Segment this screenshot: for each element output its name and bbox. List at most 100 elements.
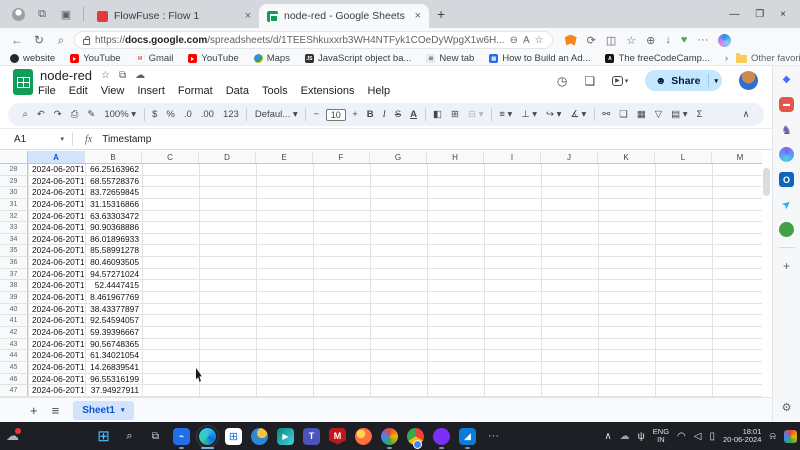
row-number[interactable]: 32 bbox=[0, 211, 28, 222]
firefox-icon[interactable] bbox=[355, 428, 372, 445]
column-header[interactable]: A bbox=[28, 151, 85, 163]
downloads-icon[interactable]: ↓ bbox=[665, 34, 671, 46]
taskbar-search-icon[interactable]: ⌕ bbox=[121, 428, 138, 445]
bookmark-item[interactable]: A The freeCodeCamp... bbox=[605, 53, 709, 64]
timestamp-cell[interactable]: 2024-06-20T12:2 bbox=[29, 187, 84, 198]
close-tab-icon[interactable]: × bbox=[415, 10, 421, 22]
insert-chart-icon[interactable]: ▦ bbox=[632, 109, 650, 120]
insert-comment-icon[interactable]: ❏ bbox=[615, 109, 633, 120]
timestamp-cell[interactable]: 2024-06-20T12:2 bbox=[29, 304, 84, 315]
namebox-caret-icon[interactable]: ▾ bbox=[60, 135, 64, 143]
purple-app-icon[interactable] bbox=[433, 428, 450, 445]
value-cell[interactable]: 80.46093505 bbox=[85, 257, 139, 268]
column-header[interactable]: E bbox=[256, 151, 313, 163]
bookmark-item[interactable]: JS JavaScript object ba... bbox=[305, 53, 411, 64]
row-number[interactable]: 31 bbox=[0, 199, 28, 210]
bookmark-item[interactable]: ▤ How to Build an Ad... bbox=[489, 53, 590, 64]
row-number[interactable]: 38 bbox=[0, 280, 28, 291]
value-cell[interactable]: 86.01896933 bbox=[85, 234, 139, 245]
metamask-icon[interactable] bbox=[565, 35, 577, 46]
zoom-select[interactable]: 100% ▾ bbox=[100, 109, 141, 120]
column-header[interactable]: L bbox=[655, 151, 712, 163]
sidebar-settings-icon[interactable]: ⚙ bbox=[782, 401, 792, 414]
table-views-icon[interactable]: ▤ ▾ bbox=[667, 109, 692, 120]
functions-icon[interactable]: Σ bbox=[692, 109, 707, 120]
row-number[interactable]: 29 bbox=[0, 176, 28, 187]
minimize-icon[interactable]: — bbox=[729, 9, 739, 20]
task-view-icon[interactable]: ⧉ bbox=[147, 428, 164, 445]
menu-item[interactable]: Extensions bbox=[301, 85, 355, 97]
weather-widget[interactable]: ☁ bbox=[6, 428, 21, 444]
close-window-icon[interactable]: × bbox=[780, 9, 786, 20]
bookmarks-overflow-icon[interactable]: › bbox=[725, 53, 728, 64]
timestamp-cell[interactable]: 2024-06-20T12:2 bbox=[29, 374, 84, 385]
timestamp-cell[interactable]: 2024-06-20T12:2 bbox=[29, 245, 84, 256]
value-cell[interactable]: 59.39396667 bbox=[85, 327, 139, 338]
vertical-align-icon[interactable]: ⊥ ▾ bbox=[517, 109, 542, 120]
bookmark-item[interactable]: Maps bbox=[254, 53, 290, 64]
comment-history-icon[interactable]: ❏ bbox=[584, 74, 595, 88]
battery-icon[interactable]: ▯ bbox=[709, 431, 715, 442]
sheet-tab-caret-icon[interactable]: ▾ bbox=[121, 406, 125, 414]
browser-profile-icon[interactable] bbox=[9, 5, 27, 23]
sidebar-divider[interactable] bbox=[779, 247, 795, 248]
telegram-icon[interactable]: ➤ bbox=[776, 194, 797, 215]
column-header[interactable]: I bbox=[484, 151, 541, 163]
bookmark-item[interactable]: YouTube bbox=[188, 53, 238, 64]
value-cell[interactable]: 90.56748365 bbox=[85, 339, 139, 350]
timestamp-cell[interactable]: 2024-06-20T12:2 bbox=[29, 176, 84, 187]
mcafee-icon[interactable]: M bbox=[329, 428, 346, 445]
increase-font-size-icon[interactable]: + bbox=[348, 109, 363, 120]
taskbar-overflow-icon[interactable]: ··· bbox=[485, 428, 502, 445]
value-cell[interactable]: 37.94927911 bbox=[85, 385, 139, 396]
tab-google-sheets[interactable]: node-red - Google Sheets × bbox=[259, 4, 429, 28]
favorite-star-icon[interactable]: ☆ bbox=[535, 35, 544, 46]
all-sheets-icon[interactable]: ≡ bbox=[52, 403, 60, 418]
windows-start-icon[interactable]: ⊞ bbox=[95, 428, 112, 445]
split-screen-icon[interactable]: ◫ bbox=[606, 34, 616, 47]
value-cell[interactable]: 52.4447415 bbox=[85, 280, 139, 291]
row-number[interactable]: 34 bbox=[0, 234, 28, 245]
increase-decimals-icon[interactable]: .00 bbox=[196, 109, 218, 120]
row-number[interactable]: 41 bbox=[0, 315, 28, 326]
language-indicator[interactable]: ENG IN bbox=[653, 428, 669, 444]
timestamp-cell[interactable]: 2024-06-20T12:2 bbox=[29, 211, 84, 222]
timestamp-cell[interactable]: 2024-06-20T12:2 bbox=[29, 199, 84, 210]
redo-icon[interactable]: ↷ bbox=[49, 109, 66, 120]
version-history-icon[interactable]: ◷ bbox=[557, 74, 567, 88]
timestamp-cell[interactable]: 2024-06-20T12:2 bbox=[29, 280, 84, 291]
value-cell[interactable]: 96.55316199 bbox=[85, 374, 139, 385]
menu-item[interactable]: Data bbox=[226, 85, 249, 97]
notifications-bell-icon[interactable]: ⍾ bbox=[769, 431, 776, 442]
media-app-icon[interactable]: ⌁ bbox=[173, 428, 190, 445]
close-tab-icon[interactable]: × bbox=[245, 10, 251, 22]
favorites-icon[interactable]: ☆ bbox=[626, 34, 636, 47]
move-to-folder-icon[interactable]: ⧉ bbox=[119, 70, 126, 81]
font-select[interactable]: Defaul... ▾ bbox=[250, 109, 302, 120]
row-number[interactable]: 40 bbox=[0, 304, 28, 315]
tab-flowfuse[interactable]: FlowFuse : Flow 1 × bbox=[89, 4, 259, 28]
merge-cells-icon[interactable]: ⊟ ▾ bbox=[463, 109, 487, 120]
column-header[interactable]: C bbox=[142, 151, 199, 163]
restore-icon[interactable]: ❐ bbox=[755, 9, 764, 20]
decrease-font-size-icon[interactable]: − bbox=[309, 109, 324, 120]
timestamp-cell[interactable]: 2024-06-20T12:2 bbox=[29, 327, 84, 338]
volume-icon[interactable]: ◁ bbox=[694, 431, 702, 442]
new-tab-icon[interactable]: + bbox=[437, 6, 445, 22]
row-number[interactable]: 36 bbox=[0, 257, 28, 268]
share-button[interactable]: ☻ Share ▾ bbox=[645, 70, 722, 91]
formula-input[interactable]: Timestamp bbox=[102, 134, 151, 145]
read-aloud-icon[interactable]: A bbox=[523, 35, 530, 46]
column-header[interactable]: D bbox=[199, 151, 256, 163]
strikethrough-icon[interactable]: S bbox=[390, 109, 405, 120]
other-favorites-button[interactable]: Other favorites bbox=[736, 53, 800, 64]
value-cell[interactable]: 38.43377897 bbox=[85, 304, 139, 315]
value-cell[interactable]: 94.57271024 bbox=[85, 269, 139, 280]
value-cell[interactable]: 85.58991278 bbox=[85, 245, 139, 256]
sheet-tab-sheet1[interactable]: Sheet1 ▾ bbox=[73, 401, 133, 420]
address-bar[interactable]: https://docs.google.com/spreadsheets/d/1… bbox=[74, 31, 553, 49]
timestamp-cell[interactable]: 2024-06-20T12:2 bbox=[29, 385, 84, 396]
menu-item[interactable]: Format bbox=[178, 85, 213, 97]
reload-icon[interactable]: ↻ bbox=[30, 33, 48, 47]
value-cell[interactable]: 66.25163962 bbox=[85, 164, 139, 175]
